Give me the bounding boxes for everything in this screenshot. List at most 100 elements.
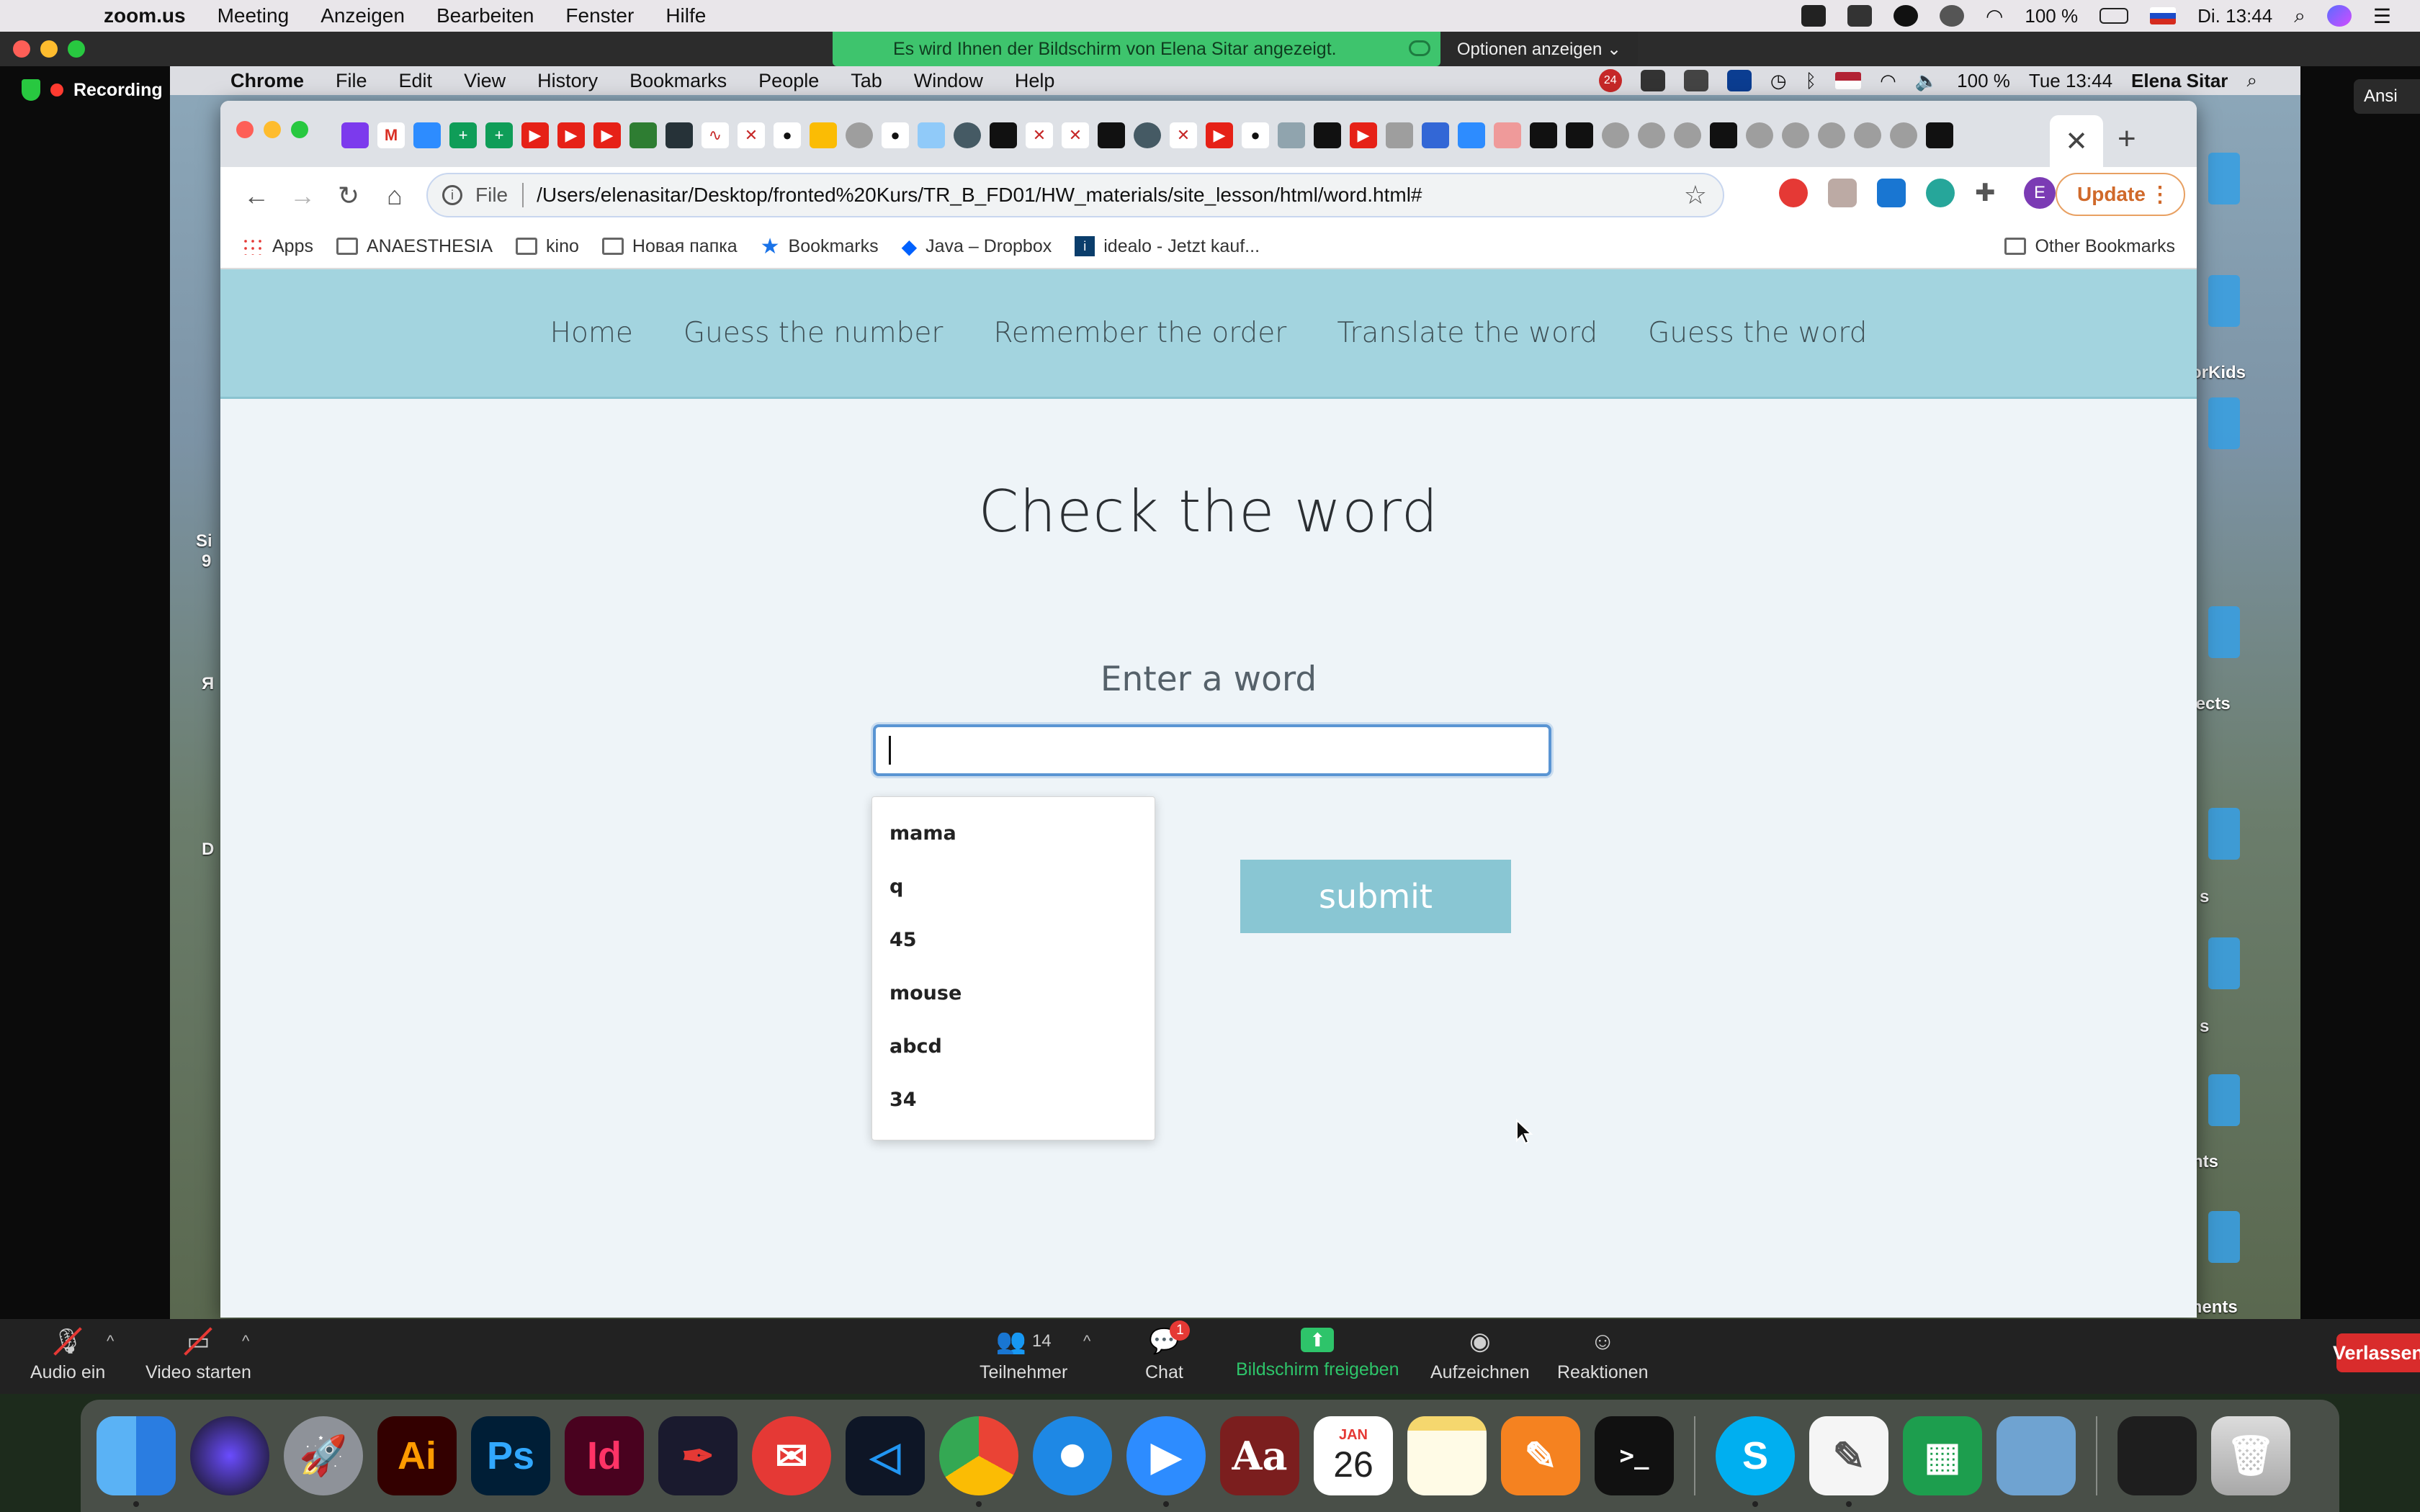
- tab-favicon-youtube-icon[interactable]: ▶: [1350, 122, 1377, 148]
- reactions-button[interactable]: ☺ Reaktionen: [1557, 1328, 1648, 1383]
- tab-favicon-generic-icon[interactable]: [1602, 122, 1629, 148]
- site-info-icon[interactable]: i: [442, 185, 462, 205]
- audio-options-caret-icon[interactable]: ^: [107, 1332, 114, 1351]
- dock-siri-icon[interactable]: [190, 1416, 269, 1495]
- tab-favicon-generic-icon[interactable]: [1890, 122, 1917, 148]
- tab-favicon-generic-icon[interactable]: [1818, 122, 1845, 148]
- tab-favicon-generic-icon[interactable]: [1782, 122, 1809, 148]
- nav-translate-the-word[interactable]: Translate the word: [1337, 317, 1597, 349]
- dock-vscode-icon[interactable]: ◁: [846, 1416, 925, 1495]
- video-options-caret-icon[interactable]: ^: [242, 1332, 249, 1351]
- tab-favicon-generic-icon[interactable]: [918, 122, 945, 148]
- tab-favicon-generic-icon[interactable]: [990, 122, 1017, 148]
- puzzle-icon[interactable]: ✚: [1975, 179, 2004, 207]
- tab-favicon-youtube-icon[interactable]: ▶: [521, 122, 549, 148]
- dock-illustrator-icon[interactable]: Ai: [377, 1416, 457, 1495]
- tab-favicon-generic-icon[interactable]: ✕: [1170, 122, 1197, 148]
- fullscreen-window-icon[interactable]: [68, 40, 85, 58]
- dock-zoom-icon[interactable]: ▶: [1126, 1416, 1206, 1507]
- other-bookmarks[interactable]: Other Bookmarks: [2004, 236, 2175, 257]
- siri-icon[interactable]: [2326, 5, 2352, 27]
- view-options-button[interactable]: Optionen anzeigen ⌄: [1440, 32, 1638, 66]
- bookmark-java-dropbox[interactable]: ◆ Java – Dropbox: [902, 235, 1052, 258]
- battery-icon[interactable]: [2099, 8, 2129, 24]
- download-extension-icon[interactable]: [1877, 179, 1906, 207]
- participants-button[interactable]: 👥 14 Teilnehmer: [980, 1328, 1067, 1383]
- tab-favicon-gmail-icon[interactable]: M: [377, 122, 405, 148]
- tab-favicon-generic-icon[interactable]: [1854, 122, 1881, 148]
- tab-favicon-generic-icon[interactable]: [1098, 122, 1125, 148]
- profile-avatar[interactable]: E: [2024, 177, 2056, 209]
- bookmark-star-icon[interactable]: ☆: [1684, 180, 1707, 210]
- active-tab-close-icon[interactable]: ✕: [2050, 115, 2103, 167]
- tab-favicon-generic-icon[interactable]: [1314, 122, 1341, 148]
- back-arrow-icon[interactable]: ←: [233, 181, 279, 211]
- tab-favicon-generic-icon[interactable]: [629, 122, 657, 148]
- control-center-icon[interactable]: ☰: [2373, 4, 2391, 28]
- tab-favicon-generic-icon[interactable]: [1926, 122, 1953, 148]
- menu-hilfe[interactable]: Hilfe: [666, 4, 706, 27]
- more-menu-icon[interactable]: ⋮: [2149, 182, 2171, 207]
- translate-extension-icon[interactable]: [1926, 179, 1955, 207]
- adblock-extension-icon[interactable]: [1779, 179, 1808, 207]
- tab-favicon-youtube-icon[interactable]: ▶: [593, 122, 621, 148]
- update-button[interactable]: Update ⋮: [2056, 173, 2185, 216]
- autocomplete-option[interactable]: mama: [872, 807, 1155, 860]
- dock-textedit-icon[interactable]: ✎: [1809, 1416, 1888, 1507]
- menu-app-name[interactable]: zoom.us: [104, 4, 186, 27]
- tab-favicon-generic-icon[interactable]: [1386, 122, 1413, 148]
- tab-favicon-sheets-icon[interactable]: +: [485, 122, 513, 148]
- participants-caret-icon[interactable]: ^: [1083, 1332, 1090, 1351]
- bookmark-idealo[interactable]: i idealo - Jetzt kauf...: [1075, 236, 1260, 257]
- autocomplete-option[interactable]: abcd: [872, 1020, 1155, 1074]
- dock-calendar-icon[interactable]: JAN 26: [1314, 1416, 1393, 1495]
- menu-anzeigen[interactable]: Anzeigen: [321, 4, 405, 27]
- new-tab-button[interactable]: +: [2118, 121, 2136, 157]
- word-input[interactable]: [873, 724, 1551, 776]
- nav-home[interactable]: Home: [550, 317, 633, 349]
- dock-photoshop-icon[interactable]: Ps: [471, 1416, 550, 1495]
- dock-safari-icon[interactable]: [1033, 1416, 1112, 1495]
- menu-fenster[interactable]: Fenster: [565, 4, 634, 27]
- bookmark-folder-anaesthesia[interactable]: ANAESTHESIA: [336, 236, 493, 257]
- tab-favicon-generic-icon[interactable]: ✕: [1026, 122, 1053, 148]
- audio-button[interactable]: 🎙 Audio ein: [30, 1327, 105, 1383]
- creative-cloud-icon[interactable]: [1939, 5, 1964, 27]
- host-clock[interactable]: Di. 13:44: [2197, 5, 2272, 27]
- tab-favicon-zoom-icon[interactable]: [1458, 122, 1485, 148]
- dock-numbers-icon[interactable]: ▦: [1903, 1416, 1982, 1495]
- dock-skype-icon[interactable]: S: [1716, 1416, 1795, 1507]
- dock-launchpad-icon[interactable]: 🚀: [284, 1416, 363, 1495]
- tab-favicon-youtube-icon[interactable]: ▶: [557, 122, 585, 148]
- spotlight-search-icon[interactable]: ⌕: [2294, 4, 2305, 28]
- tab-favicon-generic-icon[interactable]: [1710, 122, 1737, 148]
- tab-favicon-sheets-icon[interactable]: +: [449, 122, 477, 148]
- forward-arrow-icon[interactable]: →: [279, 181, 326, 211]
- menu-meeting[interactable]: Meeting: [218, 4, 290, 27]
- record-button[interactable]: ◉ Aufzeichnen: [1430, 1328, 1530, 1383]
- tab-favicon-slack-icon[interactable]: [341, 122, 369, 148]
- tab-favicon-generic-icon[interactable]: ✕: [738, 122, 765, 148]
- bookmark-apps[interactable]: Apps: [242, 236, 313, 257]
- bookmark-bookmarks[interactable]: ★ Bookmarks: [761, 234, 879, 259]
- tab-favicon-generic-icon[interactable]: ✕: [1062, 122, 1089, 148]
- autocomplete-option[interactable]: q: [872, 860, 1155, 914]
- submit-button[interactable]: submit: [1240, 860, 1511, 933]
- tab-favicon-zoom-icon[interactable]: [413, 122, 441, 148]
- autocomplete-option[interactable]: 34: [872, 1074, 1155, 1127]
- tab-favicon-generic-icon[interactable]: [846, 122, 873, 148]
- nav-remember-the-order[interactable]: Remember the order: [993, 317, 1286, 349]
- tab-favicon-docs-icon[interactable]: [1422, 122, 1449, 148]
- menu-bearbeiten[interactable]: Bearbeiten: [436, 4, 534, 27]
- dock-terminal-icon[interactable]: >_: [1595, 1416, 1674, 1495]
- tab-favicon-generic-icon[interactable]: [954, 122, 981, 148]
- tab-favicon-generic-icon[interactable]: [1278, 122, 1305, 148]
- tab-favicon-generic-icon[interactable]: [1494, 122, 1521, 148]
- nav-guess-the-word[interactable]: Guess the word: [1648, 317, 1867, 349]
- dock-preview-icon[interactable]: [1996, 1416, 2076, 1495]
- nav-guess-the-number[interactable]: Guess the number: [684, 317, 944, 349]
- tab-favicon-github-icon[interactable]: ●: [774, 122, 801, 148]
- minimize-window-icon[interactable]: [40, 40, 58, 58]
- tab-favicon-generic-icon[interactable]: [1638, 122, 1665, 148]
- view-button[interactable]: Ansi: [2354, 79, 2420, 114]
